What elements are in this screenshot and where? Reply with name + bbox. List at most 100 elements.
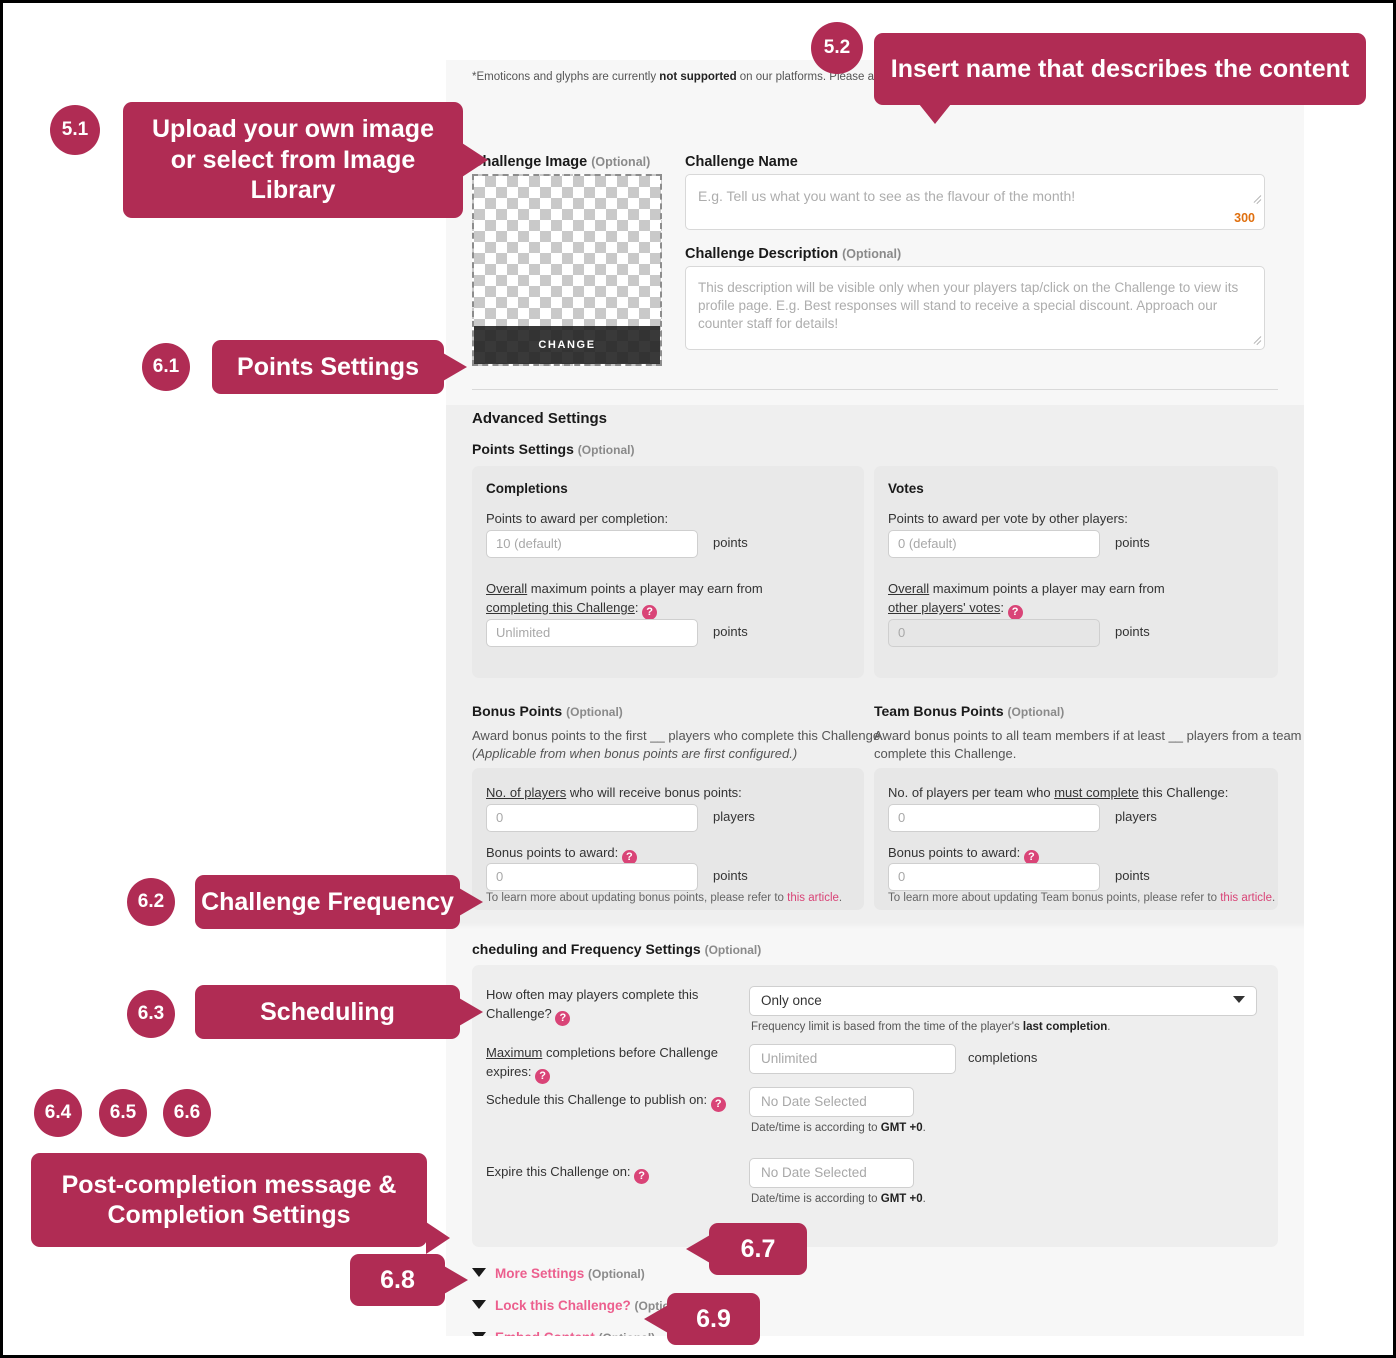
bonus-points-optional: (Optional)	[566, 705, 623, 719]
callout-pointer	[644, 1305, 668, 1333]
bonus-footnote-pre: To learn more about updating bonus point…	[486, 892, 788, 904]
votes-max-label2-underline: other players' votes	[888, 600, 1001, 615]
callout-post-completion-text: Post-completion message & Completion Set…	[61, 1170, 397, 1230]
step-marker-6-1: 6.1	[142, 343, 190, 391]
votes-award-unit: points	[1115, 535, 1150, 550]
help-icon[interactable]: ?	[1007, 605, 1023, 620]
publish-hint-pre: Date/time is according to	[751, 1122, 881, 1134]
completions-title: Completions	[486, 481, 568, 496]
challenge-description-label: Challenge Description (Optional)	[685, 246, 901, 262]
bonus-points-desc-1: Award bonus points to the first __ playe…	[472, 728, 884, 743]
callout-upload-image-text: Upload your own image or select from Ima…	[152, 115, 434, 205]
more-settings-label: More Settings	[495, 1266, 585, 1281]
votes-max-placeholder: 0	[898, 625, 906, 640]
max-completions-input[interactable]: Unlimited	[749, 1044, 956, 1074]
section-divider	[472, 389, 1278, 390]
points-settings-optional: (Optional)	[577, 443, 635, 457]
expire-date-placeholder: No Date Selected	[761, 1165, 867, 1180]
callout-embed-map-text: 6.9	[696, 1304, 731, 1333]
step-marker-6-6: 6.6	[163, 1089, 211, 1137]
points-settings-band-fade	[446, 923, 1304, 929]
max-completions-unit: completions	[968, 1050, 1038, 1065]
scheduling-heading: cheduling and Frequency Settings (Option…	[472, 941, 761, 957]
team-bonus-award-placeholder: 0	[898, 869, 906, 884]
bonus-points-heading-text: Bonus Points	[472, 703, 563, 719]
help-icon[interactable]: ?	[710, 1097, 726, 1112]
notice-bold: not supported	[659, 71, 737, 83]
callout-embed-map: 6.9	[644, 1293, 760, 1345]
team-bonus-award-input[interactable]: 0	[888, 863, 1100, 891]
completions-award-input[interactable]: 10 (default)	[486, 530, 698, 558]
bonus-footnote: To learn more about updating bonus point…	[486, 892, 842, 904]
team-bonus-points-heading: Team Bonus Points (Optional)	[874, 703, 1064, 719]
team-players-input[interactable]: 0	[888, 804, 1100, 832]
votes-max-input[interactable]: 0	[888, 619, 1100, 647]
collapsible-more-settings[interactable]: More Settings (Optional)	[472, 1266, 645, 1281]
scheduling-optional: (Optional)	[704, 943, 762, 957]
collapsible-embed-content[interactable]: Embed Content (Optional)	[472, 1330, 655, 1336]
embed-content-label: Embed Content	[495, 1330, 595, 1336]
annotated-screenshot-frame: *Emoticons and glyphs are currently not …	[0, 0, 1396, 1358]
team-bonus-desc-1: Award bonus points to all team members i…	[874, 728, 1302, 743]
completions-award-unit: points	[713, 535, 748, 550]
challenge-name-placeholder: E.g. Tell us what you want to see as the…	[698, 188, 1076, 204]
votes-award-placeholder: 0 (default)	[898, 536, 957, 551]
points-settings-heading: Points Settings (Optional)	[472, 441, 634, 457]
votes-max-label2-rest: :	[1000, 600, 1004, 615]
help-icon[interactable]: ?	[555, 1011, 571, 1026]
challenge-name-input[interactable]: E.g. Tell us what you want to see as the…	[685, 174, 1265, 230]
step-marker-6-5: 6.5	[99, 1089, 147, 1137]
resize-handle-icon[interactable]	[1251, 336, 1261, 346]
help-icon[interactable]: ?	[634, 1169, 650, 1184]
bonus-players-input[interactable]: 0	[486, 804, 698, 832]
change-image-button[interactable]: CHANGE	[474, 326, 660, 364]
completions-max-input[interactable]: Unlimited	[486, 619, 698, 647]
callout-insert-name: Insert name that describes the content	[874, 33, 1366, 124]
notice-pre: *Emoticons and glyphs are currently	[472, 71, 660, 83]
step-marker-5-2: 5.2	[811, 22, 863, 74]
scheduling-card: How often may players complete this Chal…	[472, 965, 1278, 1247]
more-settings-optional: (Optional)	[588, 1267, 645, 1281]
bonus-award-unit: points	[713, 868, 748, 883]
callout-pointer	[426, 1222, 450, 1254]
bonus-article-link[interactable]: this article	[787, 892, 839, 904]
publish-date-label: Schedule this Challenge to publish on:	[486, 1092, 708, 1107]
callout-challenge-frequency-text: Challenge Frequency	[201, 887, 454, 916]
callout-lock-challenge-text: 6.7	[740, 1234, 776, 1263]
help-icon[interactable]: ?	[535, 1069, 551, 1084]
bonus-players-placeholder: 0	[496, 810, 504, 825]
expire-date-hint: Date/time is according to GMT +0.	[751, 1193, 926, 1205]
publish-date-input[interactable]: No Date Selected	[749, 1087, 914, 1117]
publish-date-hint: Date/time is according to GMT +0.	[751, 1122, 926, 1134]
challenge-image-dropzone[interactable]: CHANGE	[472, 174, 662, 366]
expire-hint-bold: GMT +0	[880, 1193, 923, 1205]
team-bonus-optional: (Optional)	[1007, 705, 1065, 719]
completions-card: Completions Points to award per completi…	[472, 466, 864, 678]
bonus-players-label-rest: who will receive bonus points:	[566, 785, 742, 800]
completions-max-label2-underline: completing this Challenge	[486, 600, 635, 615]
max-completions-label-rest: completions before Challenge	[542, 1045, 718, 1060]
resize-handle-icon[interactable]	[1251, 195, 1261, 205]
challenge-description-input[interactable]: This description will be visible only wh…	[685, 266, 1265, 350]
frequency-hint: Frequency limit is based from the time o…	[751, 1021, 1110, 1033]
challenge-description-placeholder: This description will be visible only wh…	[698, 280, 1239, 332]
votes-award-input[interactable]: 0 (default)	[888, 530, 1100, 558]
chevron-down-icon	[1233, 996, 1245, 1003]
completions-award-label: Points to award per completion:	[486, 511, 669, 526]
bonus-points-heading: Bonus Points (Optional)	[472, 703, 623, 719]
votes-card: Votes Points to award per vote by other …	[874, 466, 1278, 678]
completions-max-unit: points	[713, 624, 748, 639]
team-bonus-footnote: To learn more about updating Team bonus …	[888, 892, 1275, 904]
challenge-image-optional: (Optional)	[591, 155, 651, 169]
callout-scheduling-text: Scheduling	[260, 997, 395, 1026]
votes-title: Votes	[888, 481, 924, 496]
challenge-editor-screenshot: *Emoticons and glyphs are currently not …	[446, 60, 1304, 1336]
expire-date-input[interactable]: No Date Selected	[749, 1158, 914, 1188]
team-bonus-article-link[interactable]: this article	[1220, 892, 1272, 904]
bonus-award-input[interactable]: 0	[486, 863, 698, 891]
scheduling-heading-text: cheduling and Frequency Settings	[472, 941, 701, 957]
step-marker-6-4: 6.4	[34, 1089, 82, 1137]
help-icon[interactable]: ?	[642, 605, 658, 620]
callout-points-settings: Points Settings	[212, 340, 467, 394]
frequency-select[interactable]: Only once	[749, 986, 1257, 1016]
